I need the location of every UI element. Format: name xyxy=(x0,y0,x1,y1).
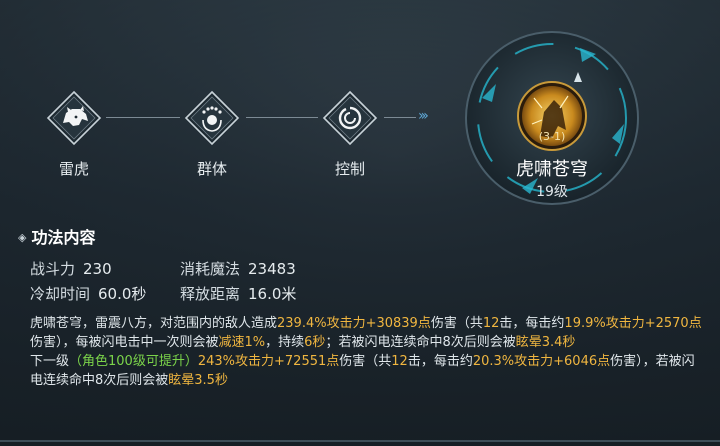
desc-text: 伤害（共 xyxy=(430,316,483,331)
group-icon xyxy=(184,90,240,146)
desc-highlight: 19.9%攻击力+2570点 xyxy=(564,316,702,331)
skill-rank-badge: (3-1) xyxy=(539,130,566,143)
arrow-chevrons-icon: ››› xyxy=(418,108,429,124)
stat-label: 消耗魔法 xyxy=(180,260,241,278)
desc-highlight: 减速1% xyxy=(218,335,266,350)
diamond-icon: ◈ xyxy=(18,231,27,244)
stat-mana: 消耗魔法 23483 xyxy=(180,258,296,279)
desc-text: ；若被闪电连续命中8次后则会被 xyxy=(325,335,516,350)
stat-value: 230 xyxy=(83,260,112,278)
skill-description: 虎啸苍穹，雷震八方，对范围内的敌人造成239.4%攻击力+30839点伤害（共1… xyxy=(30,314,702,390)
desc-highlight: 6秒 xyxy=(304,335,326,350)
desc-text: 击，每击约 xyxy=(407,354,473,369)
skill-tag-label: 雷虎 xyxy=(58,160,89,178)
divider xyxy=(0,440,720,442)
stat-label: 冷却时间 xyxy=(30,285,91,303)
desc-highlight: 243%攻击力+72551点 xyxy=(197,354,340,369)
connector-line xyxy=(106,117,180,118)
stat-label: 战斗力 xyxy=(30,260,76,278)
desc-text: ，持续 xyxy=(265,335,305,350)
skill-tag-label: 群体 xyxy=(196,160,227,178)
desc-text: 虎啸苍穹，雷震八方，对范围内的敌人造成 xyxy=(30,316,278,331)
skill-tag-label: 控制 xyxy=(334,160,365,178)
stat-label: 释放距离 xyxy=(180,285,241,303)
connector-line xyxy=(384,117,416,118)
desc-text: 伤害），每被闪电击中一次则会被 xyxy=(30,335,219,350)
desc-highlight: 眩晕3.5秒 xyxy=(168,373,228,388)
desc-highlight: 眩晕3.4秒 xyxy=(515,335,576,350)
stat-power: 战斗力 230 xyxy=(30,258,112,279)
stat-value: 16.0米 xyxy=(248,285,297,303)
connector-line xyxy=(246,117,318,118)
stat-cooldown: 冷却时间 60.0秒 xyxy=(30,283,146,304)
desc-highlight: 239.4%攻击力+30839点 xyxy=(277,316,431,331)
stat-value: 23483 xyxy=(248,260,296,278)
desc-text: 伤害（共 xyxy=(339,354,392,369)
skill-level: 19级 xyxy=(536,184,568,200)
next-level-prefix: 下一级 xyxy=(30,354,70,369)
section-title-text: 功法内容 xyxy=(31,228,96,247)
stat-range: 释放距离 16.0米 xyxy=(180,283,296,304)
desc-highlight: 20.3%攻击力+6046点 xyxy=(472,354,611,369)
tiger-icon xyxy=(46,90,102,146)
skill-name: 虎啸苍穹 xyxy=(516,159,588,180)
desc-highlight: 12 xyxy=(391,354,408,369)
stat-value: 60.0秒 xyxy=(98,285,147,303)
desc-text: 击，每击约 xyxy=(499,316,565,331)
desc-highlight: 12 xyxy=(482,316,500,331)
swirl-icon xyxy=(322,90,378,146)
next-level-requirement: （角色100级可提升） xyxy=(69,354,198,369)
section-title: ◈ 功法内容 xyxy=(18,224,95,248)
